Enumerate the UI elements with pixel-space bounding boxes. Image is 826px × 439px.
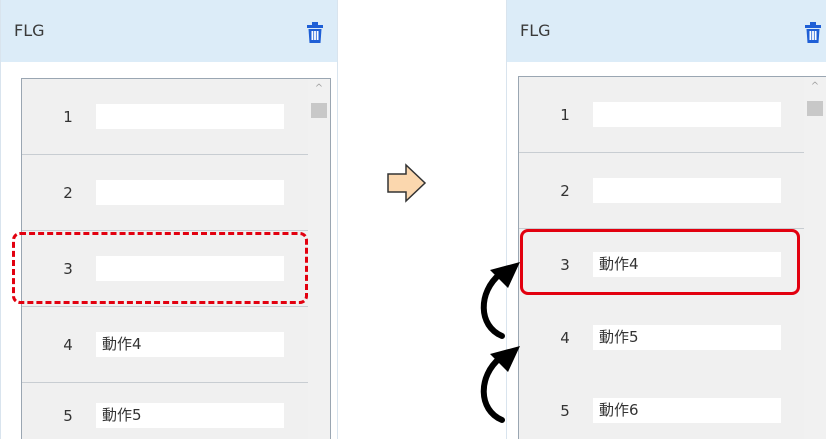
list-item[interactable]: 1 <box>22 79 308 155</box>
row-value-field[interactable] <box>96 104 284 129</box>
row-number: 4 <box>63 336 73 354</box>
list-item[interactable]: 1 <box>519 77 804 153</box>
row-number: 2 <box>560 182 570 200</box>
row-value-field[interactable]: 動作6 <box>593 398 781 423</box>
row-value-field[interactable] <box>593 178 781 203</box>
right-arrow-icon <box>386 163 428 207</box>
row-number: 2 <box>63 184 73 202</box>
highlight-dashed-row-3 <box>12 232 308 304</box>
scroll-up-arrow-icon[interactable]: ^ <box>804 79 826 95</box>
scrollbar[interactable]: ^ <box>308 79 330 439</box>
curved-up-arrow-icon <box>480 262 520 339</box>
scroll-thumb[interactable] <box>807 101 823 116</box>
row-value-field[interactable] <box>96 180 284 205</box>
panel-title: FLG <box>520 21 551 40</box>
scroll-thumb[interactable] <box>311 103 327 118</box>
row-value-field[interactable]: 動作5 <box>96 403 284 428</box>
row-number: 1 <box>560 106 570 124</box>
row-number: 5 <box>63 407 73 425</box>
flg-panel-before: FLG 1 2 3 4 動作4 5 動作5 ^ <box>0 0 338 439</box>
list-item[interactable]: 4 動作4 <box>22 307 308 383</box>
row-number: 4 <box>560 329 570 347</box>
list-item[interactable]: 2 <box>519 153 804 229</box>
curved-up-arrow-icon <box>480 346 520 423</box>
scroll-up-arrow-icon[interactable]: ^ <box>308 81 330 97</box>
row-number: 5 <box>560 402 570 420</box>
trash-icon[interactable] <box>804 22 822 44</box>
highlight-solid-row-3 <box>520 229 800 295</box>
panel-header: FLG <box>507 0 826 62</box>
trash-icon[interactable] <box>306 22 324 44</box>
list-item[interactable]: 5 動作5 <box>22 383 308 439</box>
list-item[interactable]: 4 動作5 <box>519 302 804 378</box>
row-value-field[interactable] <box>593 102 781 127</box>
row-number: 1 <box>63 108 73 126</box>
list-item[interactable]: 5 動作6 <box>519 376 804 439</box>
scrollbar[interactable]: ^ <box>804 77 826 439</box>
list-item[interactable]: 2 <box>22 155 308 231</box>
flg-panel-after: FLG 1 2 3 動作4 4 動作5 5 動作6 ^ <box>506 0 826 439</box>
row-value-field[interactable]: 動作4 <box>96 332 284 357</box>
row-value-field[interactable]: 動作5 <box>593 325 781 350</box>
panel-title: FLG <box>14 21 45 40</box>
panel-header: FLG <box>1 0 337 62</box>
